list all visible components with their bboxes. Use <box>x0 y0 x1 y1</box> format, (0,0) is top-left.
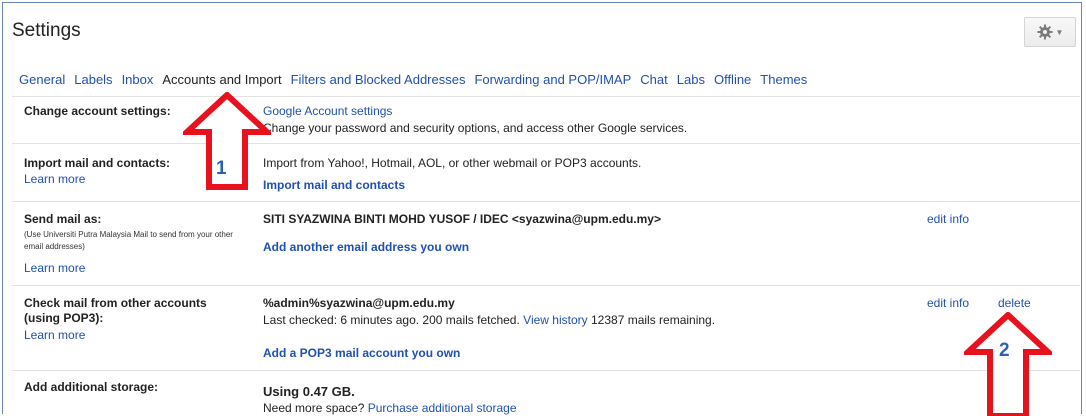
tab-themes[interactable]: Themes <box>760 72 807 90</box>
row-divider <box>12 285 1080 286</box>
check-mail-label-line1: Check mail from other accounts <box>24 296 207 310</box>
tab-labels[interactable]: Labels <box>74 72 112 90</box>
change-account-description: Change your password and security option… <box>263 121 688 135</box>
send-as-identity: SITI SYAZWINA BINTI MOHD YUSOF / IDEC <s… <box>263 212 661 226</box>
send-mail-as-label: Send mail as: <box>24 212 102 226</box>
check-mail-label-line2: (using POP3): <box>24 311 104 325</box>
row-divider <box>12 96 1080 97</box>
tab-labs[interactable]: Labs <box>677 72 705 90</box>
tab-general[interactable]: General <box>19 72 65 90</box>
purchase-storage-link[interactable]: Purchase additional storage <box>368 401 517 415</box>
page-title: Settings <box>12 20 81 41</box>
import-mail-contacts-link[interactable]: Import mail and contacts <box>263 178 405 192</box>
change-account-label: Change account settings: <box>24 104 171 118</box>
send-mail-as-note: (Use Universiti Putra Malaysia Mail to s… <box>24 230 233 251</box>
view-history-link[interactable]: View history <box>523 313 587 327</box>
pop3-delete-link[interactable]: delete <box>998 296 1031 310</box>
annotation-arrow-1 <box>183 92 271 190</box>
gear-icon <box>1037 24 1053 40</box>
row-divider <box>12 370 1080 371</box>
tab-forwarding[interactable]: Forwarding and POP/IMAP <box>474 72 631 90</box>
annotation-number-1: 1 <box>216 158 227 179</box>
settings-tabs: General Labels Inbox Accounts and Import… <box>19 72 807 90</box>
add-storage-label: Add additional storage: <box>24 380 159 394</box>
row-divider <box>12 143 1080 144</box>
google-account-settings-link[interactable]: Google Account settings <box>263 104 392 118</box>
chevron-down-icon: ▼ <box>1055 27 1064 37</box>
annotation-arrow-2 <box>964 312 1052 416</box>
tab-inbox[interactable]: Inbox <box>122 72 154 90</box>
storage-prompt: Need more space? Purchase additional sto… <box>263 401 517 415</box>
add-email-address-link[interactable]: Add another email address you own <box>263 240 469 254</box>
send-as-edit-info-link[interactable]: edit info <box>927 212 969 226</box>
tab-accounts-and-import[interactable]: Accounts and Import <box>162 72 281 90</box>
row-divider <box>12 201 1080 202</box>
import-description: Import from Yahoo!, Hotmail, AOL, or oth… <box>263 156 642 170</box>
check-mail-learn-more-link[interactable]: Learn more <box>24 328 85 342</box>
mails-remaining: 12387 mails remaining. <box>591 313 716 327</box>
storage-usage: Using 0.47 GB. <box>263 384 355 399</box>
pop3-edit-info-link[interactable]: edit info <box>927 296 969 310</box>
import-learn-more-link[interactable]: Learn more <box>24 172 85 186</box>
tab-chat[interactable]: Chat <box>640 72 667 90</box>
import-mail-label: Import mail and contacts: <box>24 156 171 170</box>
add-pop3-account-link[interactable]: Add a POP3 mail account you own <box>263 346 460 360</box>
settings-frame <box>2 2 1082 414</box>
check-mail-label: Check mail from other accounts (using PO… <box>24 296 207 326</box>
settings-gear-button[interactable]: ▼ <box>1024 17 1076 47</box>
pop3-status: Last checked: 6 minutes ago. 200 mails f… <box>263 313 715 327</box>
annotation-number-2: 2 <box>999 340 1010 361</box>
send-as-learn-more-link[interactable]: Learn more <box>24 261 85 275</box>
storage-prompt-text: Need more space? <box>263 401 365 415</box>
pop3-account: %admin%syazwina@upm.edu.my <box>263 296 455 310</box>
pop3-status-text: Last checked: 6 minutes ago. 200 mails f… <box>263 313 520 327</box>
tab-offline[interactable]: Offline <box>714 72 751 90</box>
tab-filters[interactable]: Filters and Blocked Addresses <box>291 72 466 90</box>
